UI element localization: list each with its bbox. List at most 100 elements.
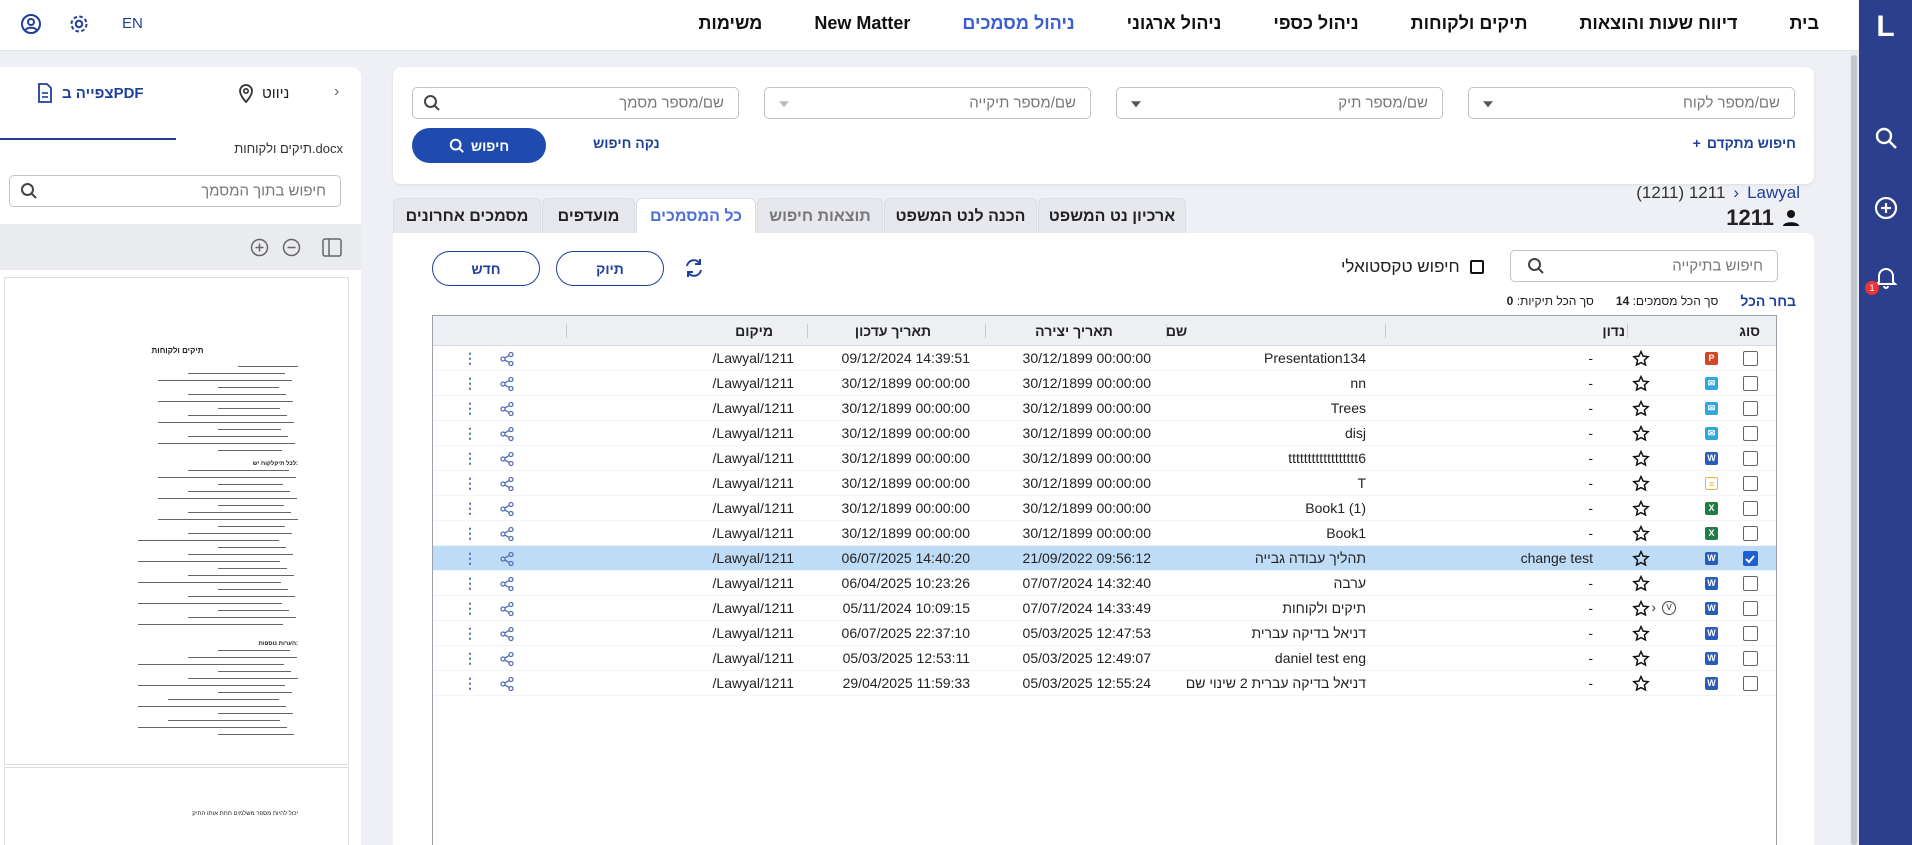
tab-0[interactable]: מסמכים אחרונים xyxy=(393,198,541,234)
row-checkbox[interactable] xyxy=(1743,551,1758,566)
table-row[interactable]: ✉ - nn 30/12/1899 00:00:00 30/12/1899 00:00:… xyxy=(433,371,1776,396)
row-checkbox[interactable] xyxy=(1743,476,1758,491)
row-checkbox[interactable] xyxy=(1743,676,1758,691)
more-options-icon[interactable]: ⋮ xyxy=(463,625,477,642)
star-icon[interactable] xyxy=(1632,425,1650,442)
share-icon[interactable] xyxy=(499,601,515,617)
row-name[interactable]: daniel test eng xyxy=(1275,650,1366,666)
zoom-out-icon[interactable] xyxy=(282,238,301,257)
search-button[interactable]: חיפוש xyxy=(412,128,546,163)
advanced-search-link[interactable]: חיפוש מתקדם + xyxy=(1693,135,1796,151)
share-icon[interactable] xyxy=(499,501,515,517)
star-icon[interactable] xyxy=(1632,375,1650,392)
table-row[interactable]: W - ערבה 07/07/2024 14:32:40 06/04/2025 10:2… xyxy=(433,571,1776,596)
nav-item-1[interactable]: דיווח שעות והוצאות xyxy=(1580,13,1738,34)
star-icon[interactable] xyxy=(1632,600,1650,617)
row-name[interactable]: Trees xyxy=(1331,400,1366,416)
table-row[interactable]: ≡ - T 30/12/1899 00:00:00 30/12/1899 00:00:0… xyxy=(433,471,1776,496)
share-icon[interactable] xyxy=(499,351,515,367)
column-header-created[interactable]: תאריך יצירה xyxy=(984,323,1164,339)
more-options-icon[interactable]: ⋮ xyxy=(463,500,477,517)
row-name[interactable]: דניאל בדיקה עברית 2 שינוי שם xyxy=(1186,675,1366,691)
column-header-discussed[interactable]: נדון xyxy=(1602,323,1625,339)
language-switch[interactable]: EN xyxy=(122,15,143,32)
star-icon[interactable] xyxy=(1632,450,1650,467)
textual-search-toggle[interactable]: חיפוש טקסטואלי xyxy=(1341,257,1484,277)
case-select[interactable]: שם/מספר תיק xyxy=(1116,87,1443,119)
row-name[interactable]: תהליך עבודה גבייה xyxy=(1255,550,1366,566)
more-options-icon[interactable]: ⋮ xyxy=(463,475,477,492)
tab-4[interactable]: הכנה לנט המשפט xyxy=(884,198,1037,234)
row-name[interactable]: tttttttttttttttttt6 xyxy=(1288,450,1366,466)
share-icon[interactable] xyxy=(499,401,515,417)
collapse-panel-chevron-icon[interactable]: › xyxy=(334,83,339,101)
table-row[interactable]: W - tttttttttttttttttt6 30/12/1899 00:00:00… xyxy=(433,446,1776,471)
nav-item-6[interactable]: New Matter xyxy=(814,13,910,34)
tab-5[interactable]: ארכיון נט המשפט xyxy=(1038,198,1186,234)
table-row[interactable]: W V › - תיקים ולקוחות 07/07/2024 14:33:49 05/1… xyxy=(433,596,1776,621)
star-icon[interactable] xyxy=(1632,475,1650,492)
star-icon[interactable] xyxy=(1632,650,1650,667)
textual-search-checkbox[interactable] xyxy=(1469,260,1484,274)
clear-search-link[interactable]: נקה חיפוש xyxy=(593,135,660,151)
column-header-location[interactable]: מיקום xyxy=(735,323,773,339)
more-options-icon[interactable]: ⋮ xyxy=(463,575,477,592)
star-icon[interactable] xyxy=(1632,625,1650,642)
more-options-icon[interactable]: ⋮ xyxy=(463,400,477,417)
share-icon[interactable] xyxy=(499,651,515,667)
more-options-icon[interactable]: ⋮ xyxy=(463,600,477,617)
column-header-type[interactable]: סוג xyxy=(1739,323,1760,339)
tab-1[interactable]: מועדפים xyxy=(542,198,635,234)
row-checkbox[interactable] xyxy=(1743,376,1758,391)
row-checkbox[interactable] xyxy=(1743,526,1758,541)
document-number-input[interactable]: שם/מספר מסמך xyxy=(412,87,739,119)
add-circle-icon[interactable] xyxy=(1873,195,1899,221)
column-header-updated[interactable]: תאריך עדכון xyxy=(803,323,983,339)
table-row[interactable]: W - daniel test eng 05/03/2025 12:49:07 05/0… xyxy=(433,646,1776,671)
star-icon[interactable] xyxy=(1632,550,1650,567)
search-icon[interactable] xyxy=(1873,125,1899,151)
tab-pdf-view[interactable]: צפייה בPDF xyxy=(36,83,144,103)
notifications[interactable]: 1 xyxy=(1865,264,1899,295)
share-icon[interactable] xyxy=(499,576,515,592)
more-options-icon[interactable]: ⋮ xyxy=(463,550,477,567)
more-options-icon[interactable]: ⋮ xyxy=(463,375,477,392)
row-name[interactable]: disj xyxy=(1345,425,1366,441)
share-icon[interactable] xyxy=(499,526,515,542)
row-name[interactable]: ערבה xyxy=(1334,575,1366,591)
row-checkbox[interactable] xyxy=(1743,501,1758,516)
table-row[interactable]: X - Book1 30/12/1899 00:00:00 30/12/1899 00:… xyxy=(433,521,1776,546)
share-icon[interactable] xyxy=(499,551,515,567)
share-icon[interactable] xyxy=(499,626,515,642)
star-icon[interactable] xyxy=(1632,575,1650,592)
version-icon[interactable]: V xyxy=(1662,601,1676,615)
app-logo[interactable]: L xyxy=(1859,10,1912,44)
table-row[interactable]: Wchange test תהליך עבודה גבייה 21/09/2022 … xyxy=(433,546,1776,571)
row-name[interactable]: דניאל בדיקה עברית xyxy=(1252,625,1366,641)
row-name[interactable]: T xyxy=(1357,475,1366,491)
zoom-in-icon[interactable] xyxy=(250,238,269,257)
share-icon[interactable] xyxy=(499,376,515,392)
nav-item-7[interactable]: משימות xyxy=(699,13,763,34)
folder-select[interactable]: שם/מספר תיקייה xyxy=(764,87,1091,119)
table-row[interactable]: ✉ - Trees 30/12/1899 00:00:00 30/12/1899 00:… xyxy=(433,396,1776,421)
table-row[interactable]: X - Book1 (1) 30/12/1899 00:00:00 30/12/1899… xyxy=(433,496,1776,521)
nav-item-0[interactable]: בית xyxy=(1789,13,1819,34)
row-checkbox[interactable] xyxy=(1743,351,1758,366)
row-checkbox[interactable] xyxy=(1743,601,1758,616)
star-icon[interactable] xyxy=(1632,350,1650,367)
tab-navigation[interactable]: ניווט xyxy=(238,83,289,103)
table-row[interactable]: ✉ - disj 30/12/1899 00:00:00 30/12/1899 00:0… xyxy=(433,421,1776,446)
new-document-button[interactable]: חדש xyxy=(432,251,540,286)
more-options-icon[interactable]: ⋮ xyxy=(463,425,477,442)
more-options-icon[interactable]: ⋮ xyxy=(463,350,477,367)
star-icon[interactable] xyxy=(1632,500,1650,517)
star-icon[interactable] xyxy=(1632,525,1650,542)
more-options-icon[interactable]: ⋮ xyxy=(463,450,477,467)
row-name[interactable]: תיקים ולקוחות xyxy=(1282,600,1366,616)
tab-2[interactable]: כל המסמכים xyxy=(636,198,756,234)
more-options-icon[interactable]: ⋮ xyxy=(463,650,477,667)
row-name[interactable]: Book1 (1) xyxy=(1305,500,1366,516)
share-icon[interactable] xyxy=(499,676,515,692)
share-icon[interactable] xyxy=(499,451,515,467)
